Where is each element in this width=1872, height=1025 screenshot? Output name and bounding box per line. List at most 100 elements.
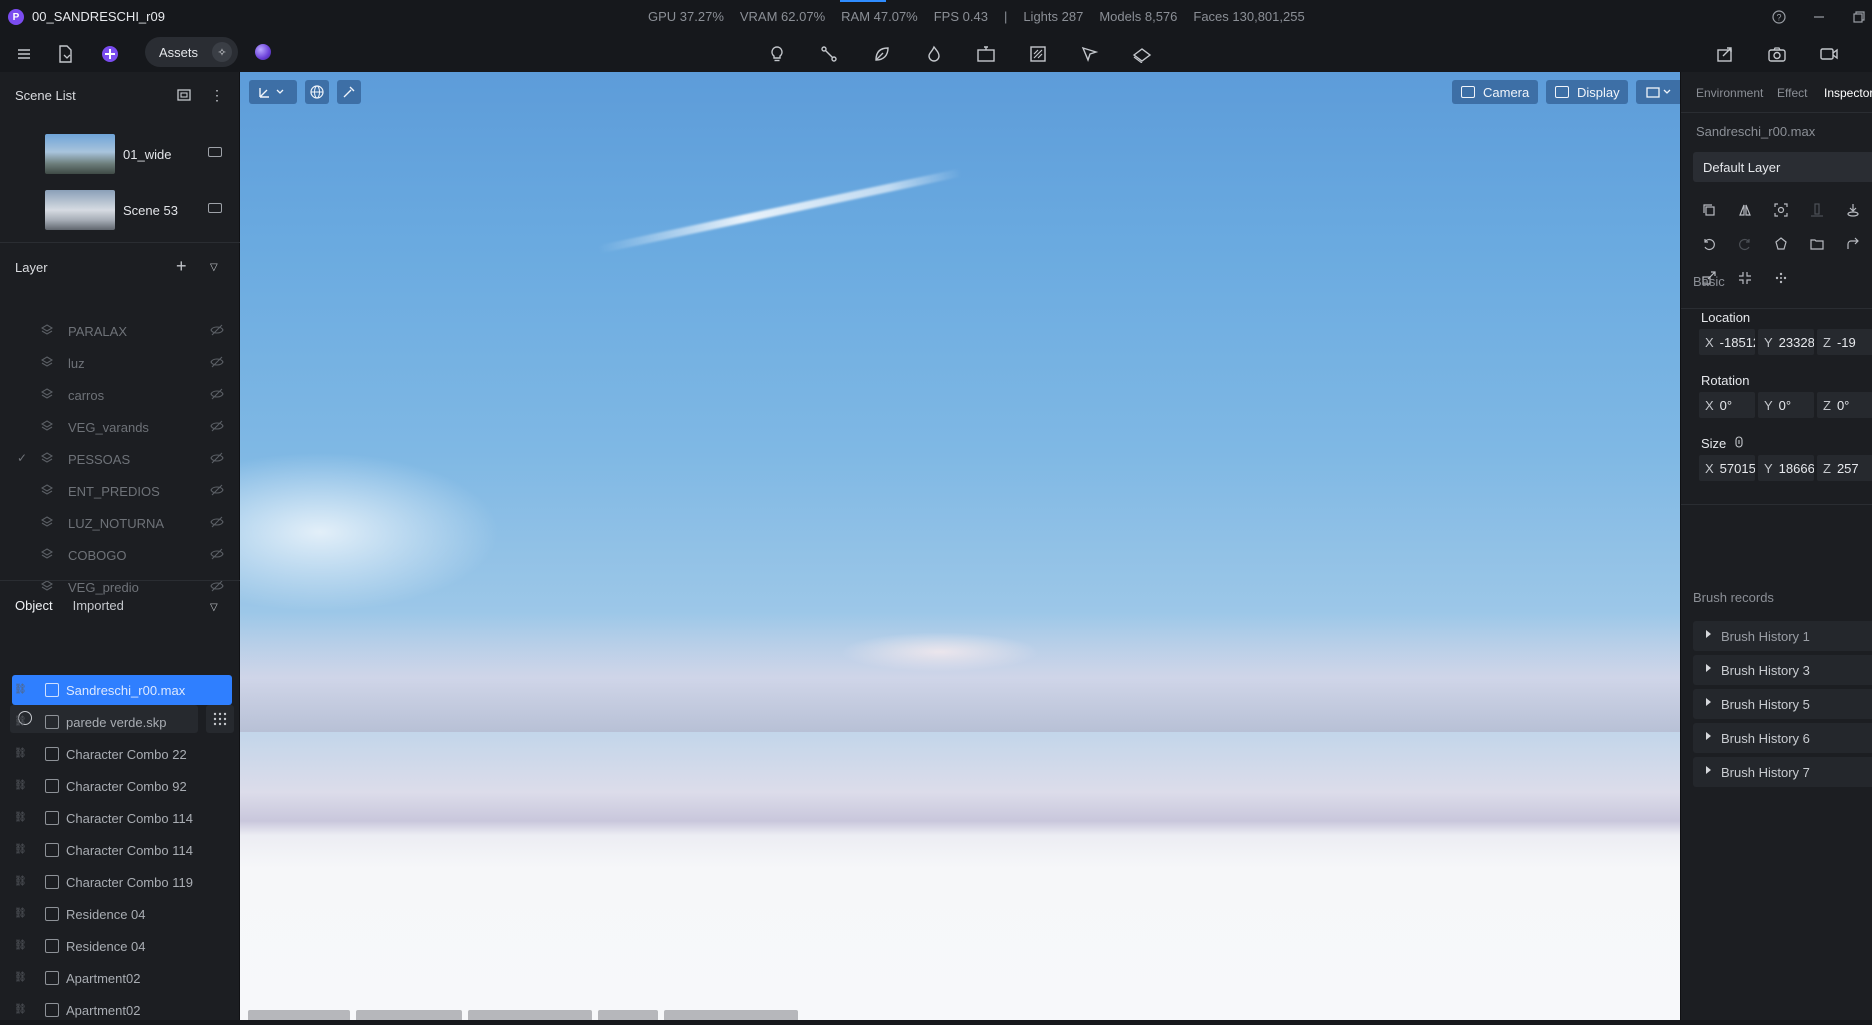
object-row[interactable]: ⛓ Apartment02 bbox=[12, 963, 232, 993]
eye-hidden-icon[interactable] bbox=[210, 516, 224, 528]
brush-history-row[interactable]: Brush History 6 bbox=[1693, 723, 1872, 753]
export-icon[interactable] bbox=[1712, 41, 1738, 67]
object-row[interactable]: ⛓ Character Combo 114 bbox=[12, 803, 232, 833]
video-icon[interactable] bbox=[1816, 41, 1842, 67]
brush-history-row[interactable]: Brush History 3 bbox=[1693, 655, 1872, 685]
expand-caret-icon[interactable] bbox=[1706, 698, 1711, 706]
path-icon[interactable] bbox=[816, 41, 842, 67]
eye-hidden-icon[interactable] bbox=[210, 324, 224, 336]
ai-plus-icon[interactable] bbox=[97, 41, 123, 67]
layer-row[interactable]: VEG_varands bbox=[0, 411, 240, 443]
location-x-field[interactable]: X -185128 bbox=[1699, 329, 1755, 355]
leaf-icon[interactable] bbox=[869, 41, 895, 67]
select-icon[interactable] bbox=[1077, 41, 1103, 67]
check-icon[interactable]: ✓ bbox=[17, 451, 27, 465]
object-filter-icon[interactable]: ▽ bbox=[210, 602, 218, 613]
layer-row[interactable]: luz bbox=[0, 347, 240, 379]
sparkle-icon[interactable]: ✧ bbox=[212, 42, 232, 62]
redo-icon[interactable] bbox=[1733, 232, 1757, 256]
help-icon[interactable]: ? bbox=[1768, 6, 1790, 28]
location-z-field[interactable]: Z -19 bbox=[1817, 329, 1872, 355]
camera-frame-icon[interactable] bbox=[973, 41, 999, 67]
object-row[interactable]: ⛓ Character Combo 114 bbox=[12, 835, 232, 865]
object-row[interactable]: ⛓ Character Combo 119 bbox=[12, 867, 232, 897]
layer-row[interactable]: carros bbox=[0, 379, 240, 411]
layer-row[interactable]: ENT_PREDIOS bbox=[0, 475, 240, 507]
layer-filter-icon[interactable]: ▽ bbox=[210, 262, 218, 273]
camera-icon[interactable] bbox=[208, 147, 222, 157]
share-icon[interactable] bbox=[1841, 232, 1865, 256]
eye-hidden-icon[interactable] bbox=[210, 580, 224, 592]
rotation-x-field[interactable]: X 0° bbox=[1699, 392, 1755, 418]
brush-history-row[interactable]: Brush History 5 bbox=[1693, 689, 1872, 719]
light-icon[interactable] bbox=[764, 41, 790, 67]
camera-icon[interactable] bbox=[208, 203, 222, 213]
layer-row[interactable]: COBOGO bbox=[0, 539, 240, 571]
lock-ratio-icon[interactable] bbox=[1734, 436, 1744, 448]
scatter-icon[interactable] bbox=[1769, 266, 1793, 290]
location-y-field[interactable]: Y 23328 bbox=[1758, 329, 1814, 355]
tab-environment[interactable]: Environment bbox=[1696, 86, 1763, 100]
object-row[interactable]: ⛓ Apartment02 bbox=[12, 995, 232, 1025]
display-button[interactable]: Display bbox=[1546, 80, 1628, 104]
assets-button[interactable]: Assets ✧ bbox=[145, 37, 238, 67]
scene-item[interactable]: Scene 53 bbox=[10, 186, 232, 236]
brush-history-row[interactable]: Brush History 7 bbox=[1693, 757, 1872, 787]
eye-hidden-icon[interactable] bbox=[210, 452, 224, 464]
section-icon[interactable] bbox=[1025, 41, 1051, 67]
minimize-icon[interactable] bbox=[1808, 6, 1830, 28]
scene-more-icon[interactable]: ⋮ bbox=[210, 87, 224, 104]
eye-hidden-icon[interactable] bbox=[210, 484, 224, 496]
expand-caret-icon[interactable] bbox=[1706, 766, 1711, 774]
fire-icon[interactable] bbox=[921, 41, 947, 67]
size-z-field[interactable]: Z 257 bbox=[1817, 455, 1872, 481]
expand-caret-icon[interactable] bbox=[1706, 664, 1711, 672]
object-row[interactable]: ⛓ Residence 04 bbox=[12, 899, 232, 929]
align-bottom-icon[interactable] bbox=[1805, 198, 1829, 222]
collapse-icon[interactable] bbox=[1733, 266, 1757, 290]
add-layer-icon[interactable]: + bbox=[176, 256, 187, 277]
scene-item[interactable]: 01_wide bbox=[10, 130, 232, 180]
eye-hidden-icon[interactable] bbox=[210, 388, 224, 400]
eyedropper-button[interactable] bbox=[337, 80, 361, 104]
layer-row[interactable]: PARALAX bbox=[0, 315, 240, 347]
layer-row[interactable]: ✓ PESSOAS bbox=[0, 443, 240, 475]
tab-inspector[interactable]: Inspector bbox=[1824, 86, 1872, 100]
3d-viewport[interactable]: Camera Display bbox=[240, 72, 1680, 1020]
menu-icon[interactable] bbox=[11, 41, 37, 67]
focus-icon[interactable] bbox=[1769, 198, 1793, 222]
eye-hidden-icon[interactable] bbox=[210, 548, 224, 560]
rotation-z-field[interactable]: Z 0° bbox=[1817, 392, 1872, 418]
eye-hidden-icon[interactable] bbox=[210, 420, 224, 432]
object-row[interactable]: ⛓ Character Combo 22 bbox=[12, 739, 232, 769]
rotation-y-field[interactable]: Y 0° bbox=[1758, 392, 1814, 418]
view-options-button[interactable] bbox=[1636, 80, 1680, 104]
terrain-icon[interactable] bbox=[1129, 41, 1155, 67]
eye-hidden-icon[interactable] bbox=[210, 356, 224, 368]
tab-object[interactable]: Object bbox=[15, 598, 53, 613]
tab-effect[interactable]: Effect bbox=[1777, 86, 1807, 100]
object-row[interactable]: ⛓ Sandreschi_r00.max bbox=[12, 675, 232, 705]
size-x-field[interactable]: X 570153 bbox=[1699, 455, 1755, 481]
object-row[interactable]: ⛓ Residence 04 bbox=[12, 931, 232, 961]
expand-caret-icon[interactable] bbox=[1706, 732, 1711, 740]
tab-imported[interactable]: Imported bbox=[73, 598, 124, 613]
expand-caret-icon[interactable] bbox=[1706, 630, 1711, 638]
layer-row[interactable]: LUZ_NOTURNA bbox=[0, 507, 240, 539]
camera-button[interactable]: Camera bbox=[1452, 80, 1538, 104]
object-row[interactable]: ⛓ parede verde.skp bbox=[12, 707, 232, 737]
object-row[interactable]: ⛓ Character Combo 92 bbox=[12, 771, 232, 801]
material-icon[interactable] bbox=[1769, 232, 1793, 256]
global-space-button[interactable] bbox=[305, 80, 329, 104]
transform-mode-button[interactable] bbox=[249, 80, 297, 104]
copy-icon[interactable] bbox=[1697, 198, 1721, 222]
folder-icon[interactable] bbox=[1805, 232, 1829, 256]
screenshot-icon[interactable] bbox=[1764, 41, 1790, 67]
size-y-field[interactable]: Y 186662 bbox=[1758, 455, 1814, 481]
restore-icon[interactable] bbox=[1848, 6, 1870, 28]
file-icon[interactable] bbox=[52, 41, 78, 67]
ai-orb-icon[interactable] bbox=[255, 44, 271, 60]
scene-add-icon[interactable] bbox=[176, 88, 192, 102]
layer-select[interactable]: Default Layer bbox=[1693, 152, 1872, 182]
brush-history-row[interactable]: Brush History 1 bbox=[1693, 621, 1872, 651]
